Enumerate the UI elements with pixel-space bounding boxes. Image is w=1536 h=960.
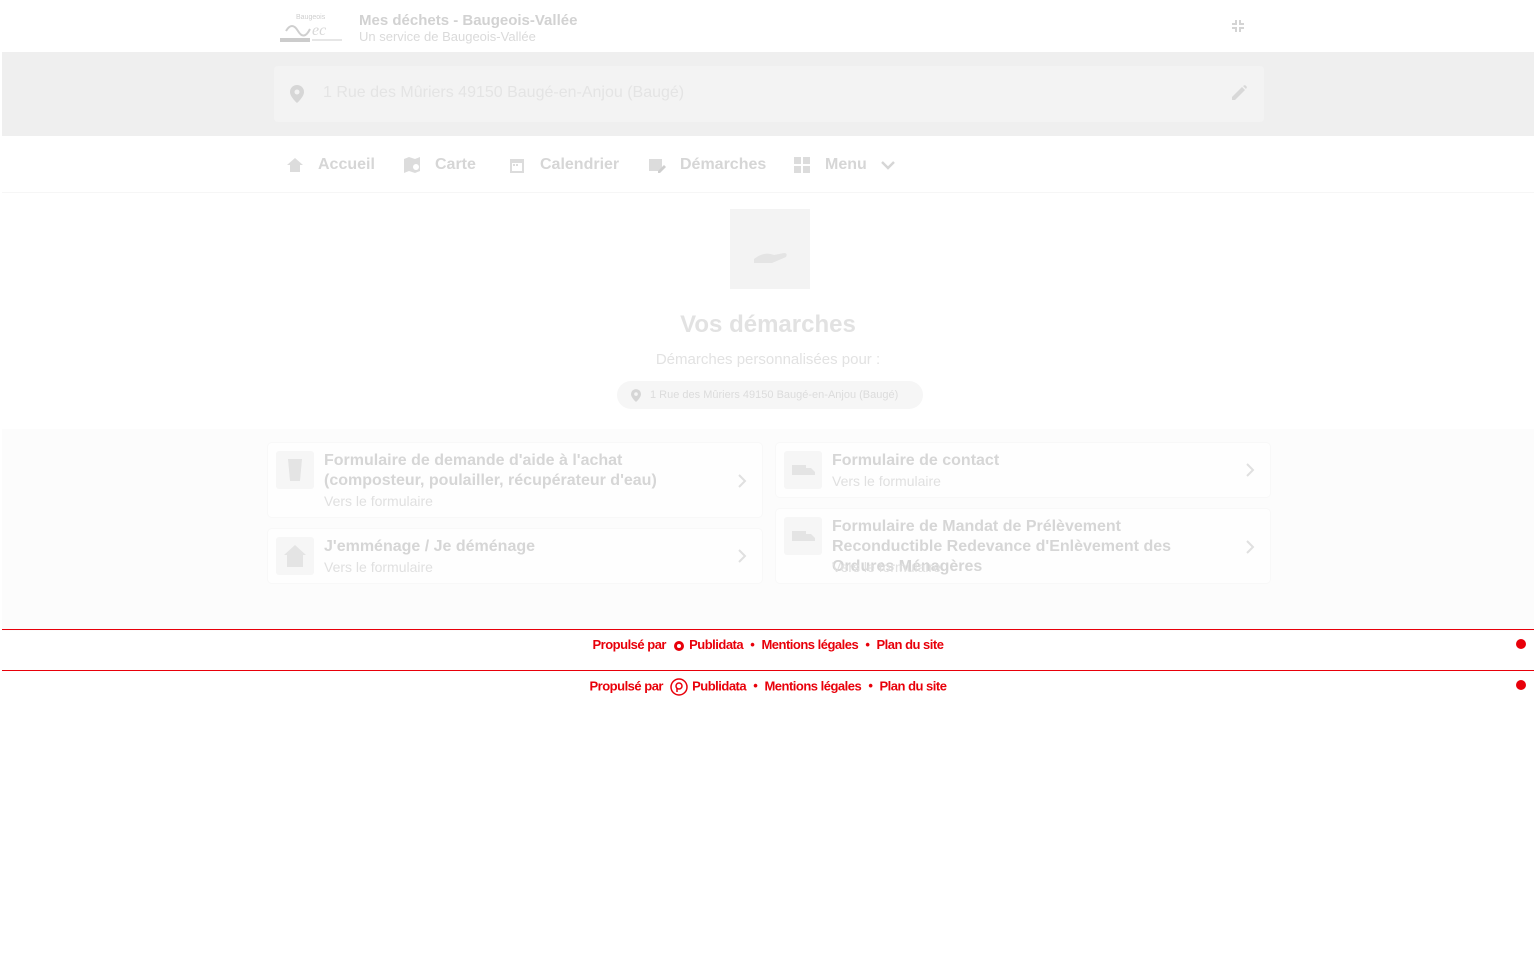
nav-item-calendrier[interactable]: Calendrier: [508, 156, 619, 174]
card-mandat-prelevement[interactable]: Formulaire de Mandat de Prélèvement Reco…: [776, 509, 1270, 583]
powered-by-text: Propulsé par: [592, 637, 667, 652]
nav-item-carte[interactable]: Carte: [403, 156, 476, 174]
svg-text:ec: ec: [312, 22, 326, 39]
collapse-icon[interactable]: [1230, 18, 1246, 34]
powered-by-text: Propulsé par: [589, 678, 664, 694]
edit-pencil-icon[interactable]: [1230, 84, 1248, 102]
truck-icon: [784, 451, 822, 489]
card-link: Vers le formulaire: [832, 559, 941, 575]
card-link: Vers le formulaire: [324, 493, 433, 509]
nav-label: Démarches: [680, 156, 767, 173]
card-aide-achat[interactable]: Formulaire de demande d'aide à l'achat (…: [268, 443, 762, 517]
status-dot: [1516, 680, 1526, 690]
chevron-right-icon: [1246, 463, 1255, 477]
location-pin-icon: [631, 389, 641, 402]
page-title: Vos démarches: [680, 311, 856, 338]
nav-item-demarches[interactable]: Démarches: [648, 156, 766, 174]
card-contact[interactable]: Formulaire de contact Vers le formulaire: [776, 443, 1270, 497]
address-text: 1 Rue des Mûriers 49150 Baugé-en-Anjou (…: [323, 84, 685, 101]
truck-icon: [784, 517, 822, 555]
baugeois-vallee-logo[interactable]: Baugeois ec: [278, 11, 346, 45]
location-pin-icon: [290, 85, 304, 103]
hero-section: Vos démarches Démarches personnalisées p…: [2, 193, 1534, 429]
app-subtitle: Un service de Baugeois-Vallée: [359, 29, 536, 44]
main-nav: Accueil Carte Calendrier Démarches Menu: [2, 136, 1534, 193]
nav-item-accueil[interactable]: Accueil: [286, 156, 375, 174]
card-link: Vers le formulaire: [832, 473, 941, 489]
card-title: Formulaire de contact: [832, 452, 1000, 469]
publidata-link[interactable]: Publidata: [692, 678, 747, 693]
house-move-icon: [276, 537, 314, 575]
app-header: Baugeois ec Mes déchets - Baugeois-Vallé…: [2, 2, 1534, 52]
composter-icon: [276, 451, 314, 489]
map-icon: [404, 157, 420, 173]
calendar-icon: [510, 159, 524, 173]
hand-icon: [730, 209, 810, 289]
forms-list: Formulaire de demande d'aide à l'achat (…: [2, 429, 1534, 631]
plan-du-site-link[interactable]: Plan du site: [877, 637, 944, 652]
footer: Propulsé par Publidata • Mentions légale…: [2, 629, 1534, 671]
grid-icon: [794, 157, 810, 173]
status-dot: [1516, 639, 1526, 649]
card-link: Vers le formulaire: [324, 559, 433, 575]
address-chip-text: 1 Rue des Mûriers 49150 Baugé-en-Anjou (…: [650, 389, 899, 401]
page-subtitle: Démarches personnalisées pour :: [655, 351, 881, 368]
address-band: 1 Rue des Mûriers 49150 Baugé-en-Anjou (…: [2, 52, 1534, 136]
mentions-legales-link[interactable]: Mentions légales: [761, 637, 858, 652]
separator: •: [753, 678, 758, 694]
page: Baugeois ec Mes déchets - Baugeois-Vallé…: [2, 2, 1534, 631]
mentions-legales-link[interactable]: Mentions légales: [764, 678, 861, 693]
chevron-right-icon: [738, 549, 747, 563]
form-icon: [649, 159, 666, 173]
nav-item-menu[interactable]: Menu: [793, 156, 897, 174]
home-icon: [287, 158, 303, 172]
separator: •: [865, 637, 870, 652]
footer-duplicate: Propulsé par Publidata • Mentions légale…: [2, 670, 1534, 712]
chevron-right-icon: [1246, 540, 1255, 554]
card-demenagement[interactable]: J'emménage / Je déménage Vers le formula…: [268, 529, 762, 583]
nav-label: Menu: [825, 156, 867, 173]
app-title: Mes déchets - Baugeois-Vallée: [359, 12, 578, 29]
card-title: J'emménage / Je déménage: [324, 538, 536, 555]
publidata-link[interactable]: Publidata: [689, 637, 744, 652]
chevron-down-icon: [880, 161, 895, 170]
nav-label: Accueil: [318, 156, 375, 173]
svg-text:Baugeois: Baugeois: [296, 14, 326, 21]
address-chip: 1 Rue des Mûriers 49150 Baugé-en-Anjou (…: [617, 381, 923, 409]
nav-label: Calendrier: [540, 156, 620, 173]
footer-links: Propulsé par Publidata • Mentions légale…: [2, 678, 1534, 696]
card-title: Formulaire de demande d'aide à l'achat (…: [324, 452, 657, 489]
separator: •: [868, 678, 873, 694]
plan-du-site-link[interactable]: Plan du site: [880, 678, 947, 693]
publidata-logo-icon: [674, 640, 685, 651]
footer-links: Propulsé par Publidata • Mentions légale…: [2, 637, 1534, 652]
address-field[interactable]: 1 Rue des Mûriers 49150 Baugé-en-Anjou (…: [274, 66, 1264, 122]
separator: •: [750, 637, 755, 652]
nav-label: Carte: [435, 156, 476, 173]
chevron-right-icon: [738, 474, 747, 488]
publidata-logo-icon: [670, 678, 688, 696]
